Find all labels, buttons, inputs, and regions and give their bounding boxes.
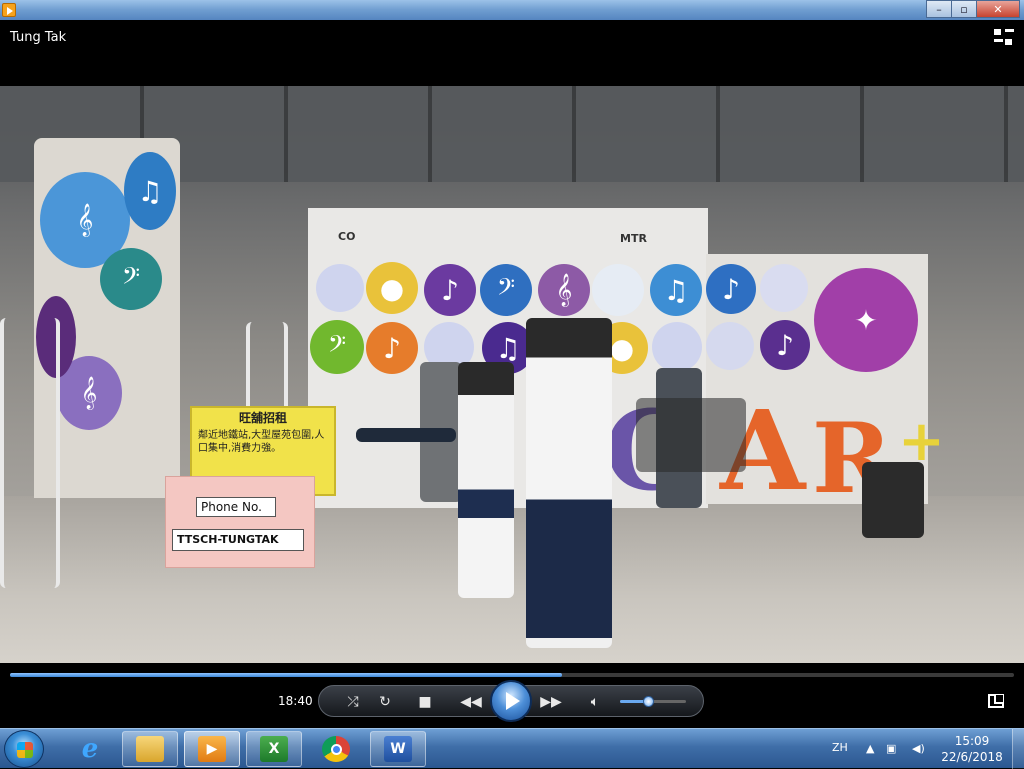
media-player-app-icon[interactable] xyxy=(2,3,16,17)
taskbar-word[interactable]: W xyxy=(370,731,426,767)
show-desktop-button[interactable] xyxy=(1012,729,1024,769)
start-button[interactable] xyxy=(4,730,44,768)
volume-icon[interactable]: 🔈︎ xyxy=(585,693,605,711)
taskbar-explorer[interactable] xyxy=(122,731,178,767)
bass-clef-circle: 𝄢 xyxy=(100,248,162,310)
media-player-icon: ▶ xyxy=(198,736,226,762)
video-frame[interactable]: 𝄞 ♫ 𝄢 𝄞 MTR CO ● ♪ 𝄢 𝄞 ♫ ♪ ✦ 𝄢 ♪ ♫ ● ♪ A… xyxy=(0,86,1024,663)
ladder-left xyxy=(0,318,60,588)
clock-time: 15:09 xyxy=(954,734,990,748)
pale-circle-6 xyxy=(706,322,754,370)
clock-date: 22/6/2018 xyxy=(941,750,1003,764)
clock[interactable]: 15:09 22/6/2018 xyxy=(940,733,1004,765)
folder-icon xyxy=(136,736,164,762)
volume-slider[interactable] xyxy=(620,696,686,707)
pale-circle-5 xyxy=(652,322,702,372)
taskbar-chrome[interactable] xyxy=(308,731,364,767)
window-title-bar[interactable]: – ▫ ✕ xyxy=(0,0,1024,20)
show-hidden-icons-icon[interactable]: ▲ xyxy=(866,742,874,755)
keyboard xyxy=(356,428,456,442)
volume-tray-icon[interactable]: ◀) xyxy=(912,742,925,755)
taskbar: e ▶ X W ZH ▲ ▣ ◀) 15:09 22/6/2018 xyxy=(0,728,1024,769)
network-icon[interactable]: ▣ xyxy=(886,742,896,755)
suitcase xyxy=(862,462,924,538)
bass-circle-green: 𝄢 xyxy=(310,320,364,374)
harp-circle-2: ♫ xyxy=(650,264,702,316)
ballet-circle: ✦ xyxy=(814,268,918,372)
phone-card: Phone No. TTSCH-TUNGTAK xyxy=(165,476,315,568)
phone-value: TTSCH-TUNGTAK xyxy=(172,529,304,551)
stop-icon[interactable]: ■ xyxy=(415,693,435,711)
next-icon[interactable]: ▶▶ xyxy=(539,693,563,711)
play-icon[interactable] xyxy=(490,680,532,722)
close-button[interactable]: ✕ xyxy=(976,0,1020,18)
previous-icon[interactable]: ◀◀ xyxy=(459,693,483,711)
taskbar-media-player[interactable]: ▶ xyxy=(184,731,240,767)
sax-circle: ♫ xyxy=(124,152,176,230)
boy-performer xyxy=(526,318,612,648)
maximize-button[interactable]: ▫ xyxy=(951,0,977,18)
girl-performer xyxy=(458,362,514,598)
window-controls: – ▫ ✕ xyxy=(926,0,1020,18)
word-icon: W xyxy=(384,736,412,762)
sax-circle-3: ♪ xyxy=(706,264,756,314)
pale-circle xyxy=(316,264,364,312)
fullscreen-icon[interactable] xyxy=(988,694,1004,708)
taskbar-ie[interactable]: e xyxy=(62,731,118,767)
shuffle-icon[interactable]: ⤮ xyxy=(343,693,363,711)
banner-fragment: CO xyxy=(338,230,356,243)
mtr-logo: MTR xyxy=(620,232,647,245)
drum-kit xyxy=(636,398,746,472)
player-controls: 18:40 ⤮ ↻ ■ ◀◀ ▶▶ 🔈︎ xyxy=(0,663,1024,728)
phone-label: Phone No. xyxy=(196,497,276,517)
ie-icon: e xyxy=(81,734,99,764)
sign-body: 鄰近地鐵站,大型屋苑包圍,人口集中,消費力強。 xyxy=(198,430,325,454)
chrome-icon xyxy=(322,736,350,762)
sign-heading: 旺舖招租 xyxy=(238,411,287,425)
switch-to-library-icon[interactable] xyxy=(994,29,1014,47)
language-indicator[interactable]: ZH xyxy=(832,741,848,754)
elapsed-time: 18:40 xyxy=(278,694,313,708)
pale-circle-3 xyxy=(760,264,808,312)
bass-clef-circle-2: 𝄢 xyxy=(480,264,532,316)
treble-clef-circle-2: 𝄞 xyxy=(538,264,590,316)
mic-circle: ♪ xyxy=(366,322,418,374)
seek-bar[interactable] xyxy=(10,673,1014,677)
violin-circle: ♪ xyxy=(760,320,810,370)
player-header: Tung Tak xyxy=(0,20,1024,86)
speech-circle: ● xyxy=(366,262,418,314)
sax-circle-2: ♪ xyxy=(424,264,476,316)
repeat-icon[interactable]: ↻ xyxy=(375,693,395,711)
excel-icon: X xyxy=(260,736,288,762)
pale-circle-2 xyxy=(592,264,644,316)
minimize-button[interactable]: – xyxy=(926,0,952,18)
seek-progress xyxy=(10,673,563,677)
taskbar-excel[interactable]: X xyxy=(246,731,302,767)
video-title: Tung Tak xyxy=(10,30,67,45)
